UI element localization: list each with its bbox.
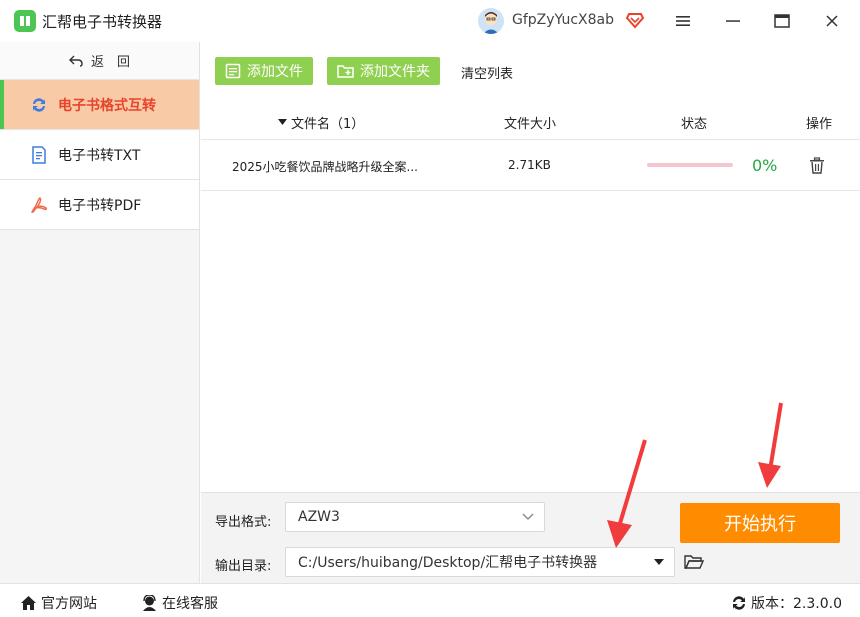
clear-list-button[interactable]: 清空列表 bbox=[461, 63, 513, 82]
user-avatar[interactable] bbox=[478, 8, 504, 34]
version-info[interactable]: 版本：2.3.0.0 bbox=[731, 593, 842, 613]
username[interactable]: GfpZyYucX8ab bbox=[512, 12, 614, 28]
menu-button[interactable] bbox=[672, 10, 694, 32]
sidebar: 返 回 电子书格式互转 电子书转TXT 电子书转PDF bbox=[0, 42, 200, 583]
annotation-arrow-start bbox=[758, 402, 783, 488]
close-icon bbox=[826, 15, 838, 27]
table-row[interactable]: 2025小吃餐饮品牌战略升级全案... 2.71KB 0% bbox=[201, 141, 860, 191]
format-select[interactable]: AZW3 bbox=[285, 502, 545, 532]
support-label: 在线客服 bbox=[162, 596, 218, 612]
minimize-button[interactable] bbox=[722, 10, 744, 32]
back-arrow-icon bbox=[68, 55, 83, 67]
add-file-button[interactable]: 添加文件 bbox=[215, 57, 313, 85]
document-icon bbox=[30, 145, 48, 164]
back-button[interactable]: 返 回 bbox=[0, 42, 199, 80]
minimize-icon bbox=[726, 20, 740, 22]
maximize-icon bbox=[774, 14, 790, 28]
home-icon bbox=[21, 596, 36, 610]
sidebar-item-format-convert[interactable]: 电子书格式互转 bbox=[0, 80, 199, 130]
file-name: 2025小吃餐饮品牌战略升级全案... bbox=[232, 160, 418, 174]
update-icon bbox=[733, 596, 745, 610]
delete-button[interactable] bbox=[809, 157, 825, 175]
website-link[interactable]: 官方网站 bbox=[20, 593, 97, 613]
maximize-button[interactable] bbox=[771, 10, 793, 32]
sidebar-item-to-txt[interactable]: 电子书转TXT bbox=[0, 130, 199, 180]
column-header-action: 操作 bbox=[806, 117, 833, 132]
add-folder-button[interactable]: 添加文件夹 bbox=[327, 57, 440, 85]
app-logo-icon bbox=[14, 10, 36, 32]
vip-diamond-icon[interactable] bbox=[625, 11, 645, 29]
output-dir-label: 输出目录: bbox=[215, 559, 272, 574]
file-table-header: 文件名（1） 文件大小 状态 操作 bbox=[201, 100, 860, 140]
toolbar: 添加文件 添加文件夹 清空列表 bbox=[201, 42, 860, 100]
sidebar-item-label: 电子书格式互转 bbox=[58, 97, 156, 114]
column-header-filename[interactable]: 文件名（1） bbox=[278, 113, 364, 132]
pdf-icon bbox=[30, 196, 48, 214]
chevron-down-icon bbox=[522, 513, 534, 520]
settings-panel: 导出格式: AZW3 输出目录: C:/Users/huibang/Deskto… bbox=[201, 492, 860, 583]
add-file-icon bbox=[225, 63, 241, 79]
customer-service-icon bbox=[143, 595, 156, 611]
add-file-label: 添加文件 bbox=[247, 64, 303, 80]
title-bar: 汇帮电子书转换器 GfpZyYucX8ab bbox=[0, 0, 860, 42]
output-dir-select[interactable]: C:/Users/huibang/Desktop/汇帮电子书转换器 bbox=[285, 547, 675, 577]
start-button[interactable]: 开始执行 bbox=[680, 503, 840, 543]
hamburger-icon bbox=[676, 16, 690, 26]
sidebar-item-label: 电子书转TXT bbox=[58, 147, 141, 164]
file-size: 2.71KB bbox=[508, 158, 551, 172]
add-folder-icon bbox=[337, 65, 354, 78]
progress-percent: 0% bbox=[752, 156, 778, 175]
support-link[interactable]: 在线客服 bbox=[141, 593, 218, 613]
sidebar-item-label: 电子书转PDF bbox=[58, 197, 142, 214]
close-button[interactable] bbox=[821, 10, 843, 32]
status-bar: 官方网站 在线客服 版本：2.3.0.0 bbox=[0, 583, 860, 617]
app-title: 汇帮电子书转换器 bbox=[42, 13, 163, 31]
folder-icon bbox=[684, 555, 705, 569]
website-label: 官方网站 bbox=[41, 596, 97, 612]
sort-down-icon bbox=[278, 119, 287, 125]
add-folder-label: 添加文件夹 bbox=[360, 64, 430, 80]
sidebar-item-to-pdf[interactable]: 电子书转PDF bbox=[0, 180, 199, 230]
format-value: AZW3 bbox=[298, 509, 340, 525]
version-label: 版本：2.3.0.0 bbox=[751, 596, 842, 612]
column-header-status: 状态 bbox=[681, 117, 708, 132]
trash-icon bbox=[810, 157, 824, 174]
format-label: 导出格式: bbox=[215, 515, 272, 530]
output-dir-value: C:/Users/huibang/Desktop/汇帮电子书转换器 bbox=[298, 555, 598, 571]
caret-down-icon bbox=[654, 559, 664, 565]
open-folder-button[interactable] bbox=[684, 553, 705, 571]
back-label: 返 回 bbox=[90, 55, 130, 70]
progress-bar bbox=[647, 163, 733, 167]
refresh-icon bbox=[30, 96, 48, 114]
column-header-size: 文件大小 bbox=[504, 117, 557, 132]
